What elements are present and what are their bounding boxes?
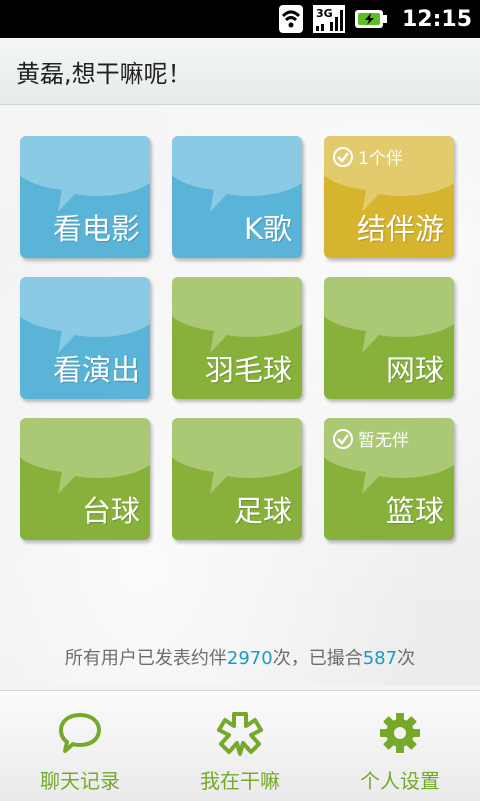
tile-basketball[interactable]: 暂无伴 篮球 xyxy=(324,418,454,540)
speech-bubble-icon xyxy=(20,277,150,353)
tile-show[interactable]: 看演出 xyxy=(20,277,150,399)
chat-bubble-icon xyxy=(58,711,102,759)
nav-label: 聊天记录 xyxy=(40,769,120,793)
asterisk-flower-icon xyxy=(217,711,263,761)
tile-badminton[interactable]: 羽毛球 xyxy=(172,277,302,399)
bottom-nav: 聊天记录 我在干嘛 个人设置 xyxy=(0,690,480,801)
tile-badge: 1个伴 xyxy=(332,144,403,169)
tile-label: 看演出 xyxy=(52,353,140,387)
speech-bubble-icon xyxy=(324,277,454,353)
nav-what-am-i-doing[interactable]: 我在干嘛 xyxy=(160,691,320,801)
status-bar: 3G 12:15 xyxy=(0,0,480,38)
check-circle-icon xyxy=(333,428,353,449)
speech-bubble-icon xyxy=(172,277,302,353)
tile-badge: 暂无伴 xyxy=(332,426,409,451)
tile-label: 台球 xyxy=(81,494,140,528)
nav-label: 个人设置 xyxy=(360,769,440,793)
tile-tennis[interactable]: 网球 xyxy=(324,277,454,399)
battery-charging-icon xyxy=(354,8,388,30)
stats-middle: 次，已撮合 xyxy=(272,648,363,669)
speech-bubble-icon xyxy=(172,418,302,494)
activity-grid: 看电影 K歌 1个伴 结伴游 看演出 羽毛球 网球 台球 足球 暂无伴 篮球 xyxy=(0,105,480,685)
usage-stats: 所有用户已发表约伴2970次，已撮合587次 xyxy=(0,644,480,670)
tile-label: 看电影 xyxy=(52,212,140,246)
tile-travel[interactable]: 1个伴 结伴游 xyxy=(324,136,454,258)
tile-label: 篮球 xyxy=(385,494,444,528)
header-bar: 黄磊,想干嘛呢！ xyxy=(0,38,480,105)
tile-billiards[interactable]: 台球 xyxy=(20,418,150,540)
tile-label: 结伴游 xyxy=(356,212,444,246)
gear-icon xyxy=(378,711,422,759)
nav-personal-settings[interactable]: 个人设置 xyxy=(320,691,480,801)
tile-label: K歌 xyxy=(243,212,292,246)
speech-bubble-icon xyxy=(172,136,302,212)
status-time: 12:15 xyxy=(401,6,472,32)
tile-football[interactable]: 足球 xyxy=(172,418,302,540)
network-bars-icon: 3G xyxy=(312,4,346,34)
badge-text: 暂无伴 xyxy=(358,431,409,451)
check-circle-icon xyxy=(333,146,353,167)
tile-label: 网球 xyxy=(385,353,444,387)
stats-matches-count: 587 xyxy=(362,648,398,669)
stats-prefix: 所有用户已发表约伴 xyxy=(64,648,227,669)
nav-chat-history[interactable]: 聊天记录 xyxy=(0,691,160,801)
stats-posts-count: 2970 xyxy=(226,648,273,669)
status-icons: 3G 12:15 xyxy=(278,0,472,38)
page-title: 黄磊,想干嘛呢！ xyxy=(16,59,192,88)
tile-karaoke[interactable]: K歌 xyxy=(172,136,302,258)
speech-bubble-icon xyxy=(20,418,150,494)
speech-bubble-icon xyxy=(20,136,150,212)
tile-movie[interactable]: 看电影 xyxy=(20,136,150,258)
tile-label: 足球 xyxy=(233,494,292,528)
badge-text: 1个伴 xyxy=(358,149,403,169)
network-type-label: 3G xyxy=(316,7,333,20)
tile-label: 羽毛球 xyxy=(204,353,292,387)
signal-icon xyxy=(278,4,304,34)
nav-label: 我在干嘛 xyxy=(200,769,280,793)
stats-suffix: 次 xyxy=(397,648,416,669)
